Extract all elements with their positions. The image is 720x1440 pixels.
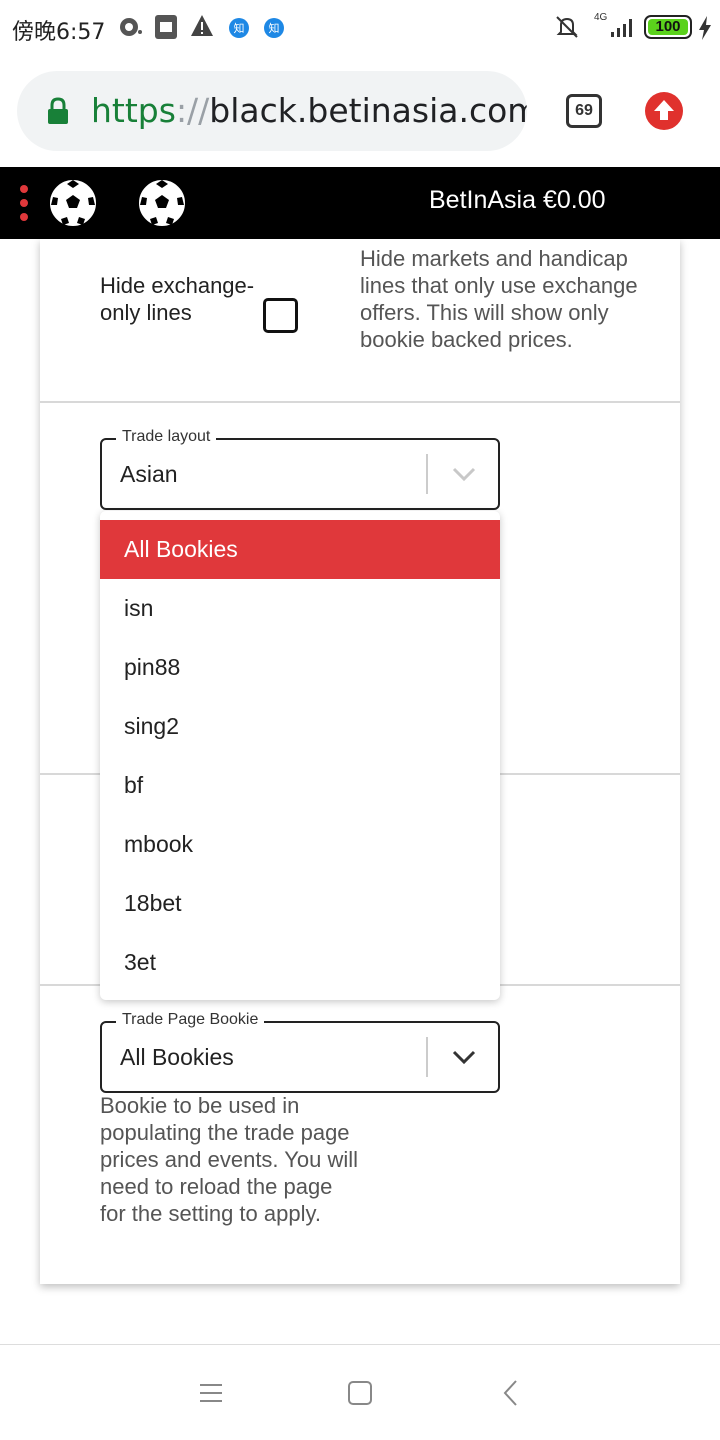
zhihu-icon: 知 <box>229 18 249 38</box>
dropdown-option[interactable]: All Bookies <box>100 520 500 579</box>
svg-text:知: 知 <box>269 21 280 35</box>
dropdown-option[interactable]: sing2 <box>100 697 500 756</box>
trade-page-bookie-description: Bookie to be used in populating the trad… <box>100 1093 359 1226</box>
mute-icon <box>556 16 578 38</box>
url-scheme: https <box>91 91 176 130</box>
dropdown-option[interactable]: 3et <box>100 933 500 992</box>
select-separator <box>426 454 428 494</box>
url-separator: :// <box>175 91 210 130</box>
menu-lines-icon[interactable] <box>199 1382 223 1404</box>
trade-page-bookie-legend: Trade Page Bookie <box>116 1011 265 1029</box>
trade-layout-value: Asian <box>120 461 178 487</box>
dropdown-option[interactable]: mbook <box>100 815 500 874</box>
dropdown-option[interactable]: isn <box>100 579 500 638</box>
charging-icon <box>699 16 711 40</box>
dropdown-option[interactable]: bf <box>100 756 500 815</box>
back-chevron-icon[interactable] <box>502 1379 520 1407</box>
trade-page-bookie-value: All Bookies <box>120 1044 234 1070</box>
url-host: black.betinasia.com/ <box>209 91 527 130</box>
hide-exchange-checkbox[interactable] <box>263 298 298 333</box>
dropdown-option[interactable]: pin88 <box>100 638 500 697</box>
soccer-ball-icon[interactable] <box>47 177 99 229</box>
app-header <box>0 167 720 239</box>
square-home-icon[interactable] <box>347 1380 373 1406</box>
trade-layout-legend: Trade layout <box>116 428 217 446</box>
hide-exchange-label: Hide exchange-only lines <box>100 273 255 325</box>
svg-text:知: 知 <box>234 21 245 35</box>
trade-layout-select[interactable]: Trade layout Asian <box>100 428 500 510</box>
url-text[interactable]: https://black.betinasia.com/ <box>91 91 527 130</box>
status-time: 傍晚6:57 <box>12 20 106 45</box>
network-type: 4G <box>594 12 608 23</box>
bookie-dropdown-menu: All Bookies isn pin88 sing2 bf mbook 18b… <box>100 511 500 1000</box>
select-separator <box>426 1037 428 1077</box>
app-notification-icon <box>155 15 177 39</box>
system-nav-bar <box>0 1344 720 1440</box>
address-bar[interactable]: https://black.betinasia.com/ <box>17 71 527 151</box>
zhihu-icon: 知 <box>264 18 284 38</box>
account-balance[interactable]: BetInAsia €0.00 <box>429 186 606 215</box>
tab-switcher-button[interactable]: 69 <box>566 94 602 128</box>
dropdown-option[interactable]: 18bet <box>100 874 500 933</box>
status-bar: 傍晚6:57 知 知 4G 100 <box>0 0 720 56</box>
vertical-dots-icon[interactable] <box>18 185 30 221</box>
soccer-ball-icon[interactable] <box>136 177 188 229</box>
chevron-down-icon[interactable] <box>450 462 478 486</box>
warning-icon <box>191 15 213 36</box>
battery-level: 100 <box>655 18 681 35</box>
upload-arrow-icon <box>654 100 674 120</box>
trade-page-bookie-select[interactable]: Trade Page Bookie All Bookies <box>100 1011 500 1093</box>
eye-notification-icon <box>120 18 142 36</box>
battery-indicator: 100 <box>644 15 692 39</box>
hide-exchange-description: Hide markets and handicap lines that onl… <box>360 246 638 352</box>
chevron-down-icon[interactable] <box>450 1045 478 1069</box>
signal-icon <box>611 19 632 37</box>
upload-button[interactable] <box>645 92 683 130</box>
divider <box>40 401 680 403</box>
lock-icon <box>48 97 68 124</box>
